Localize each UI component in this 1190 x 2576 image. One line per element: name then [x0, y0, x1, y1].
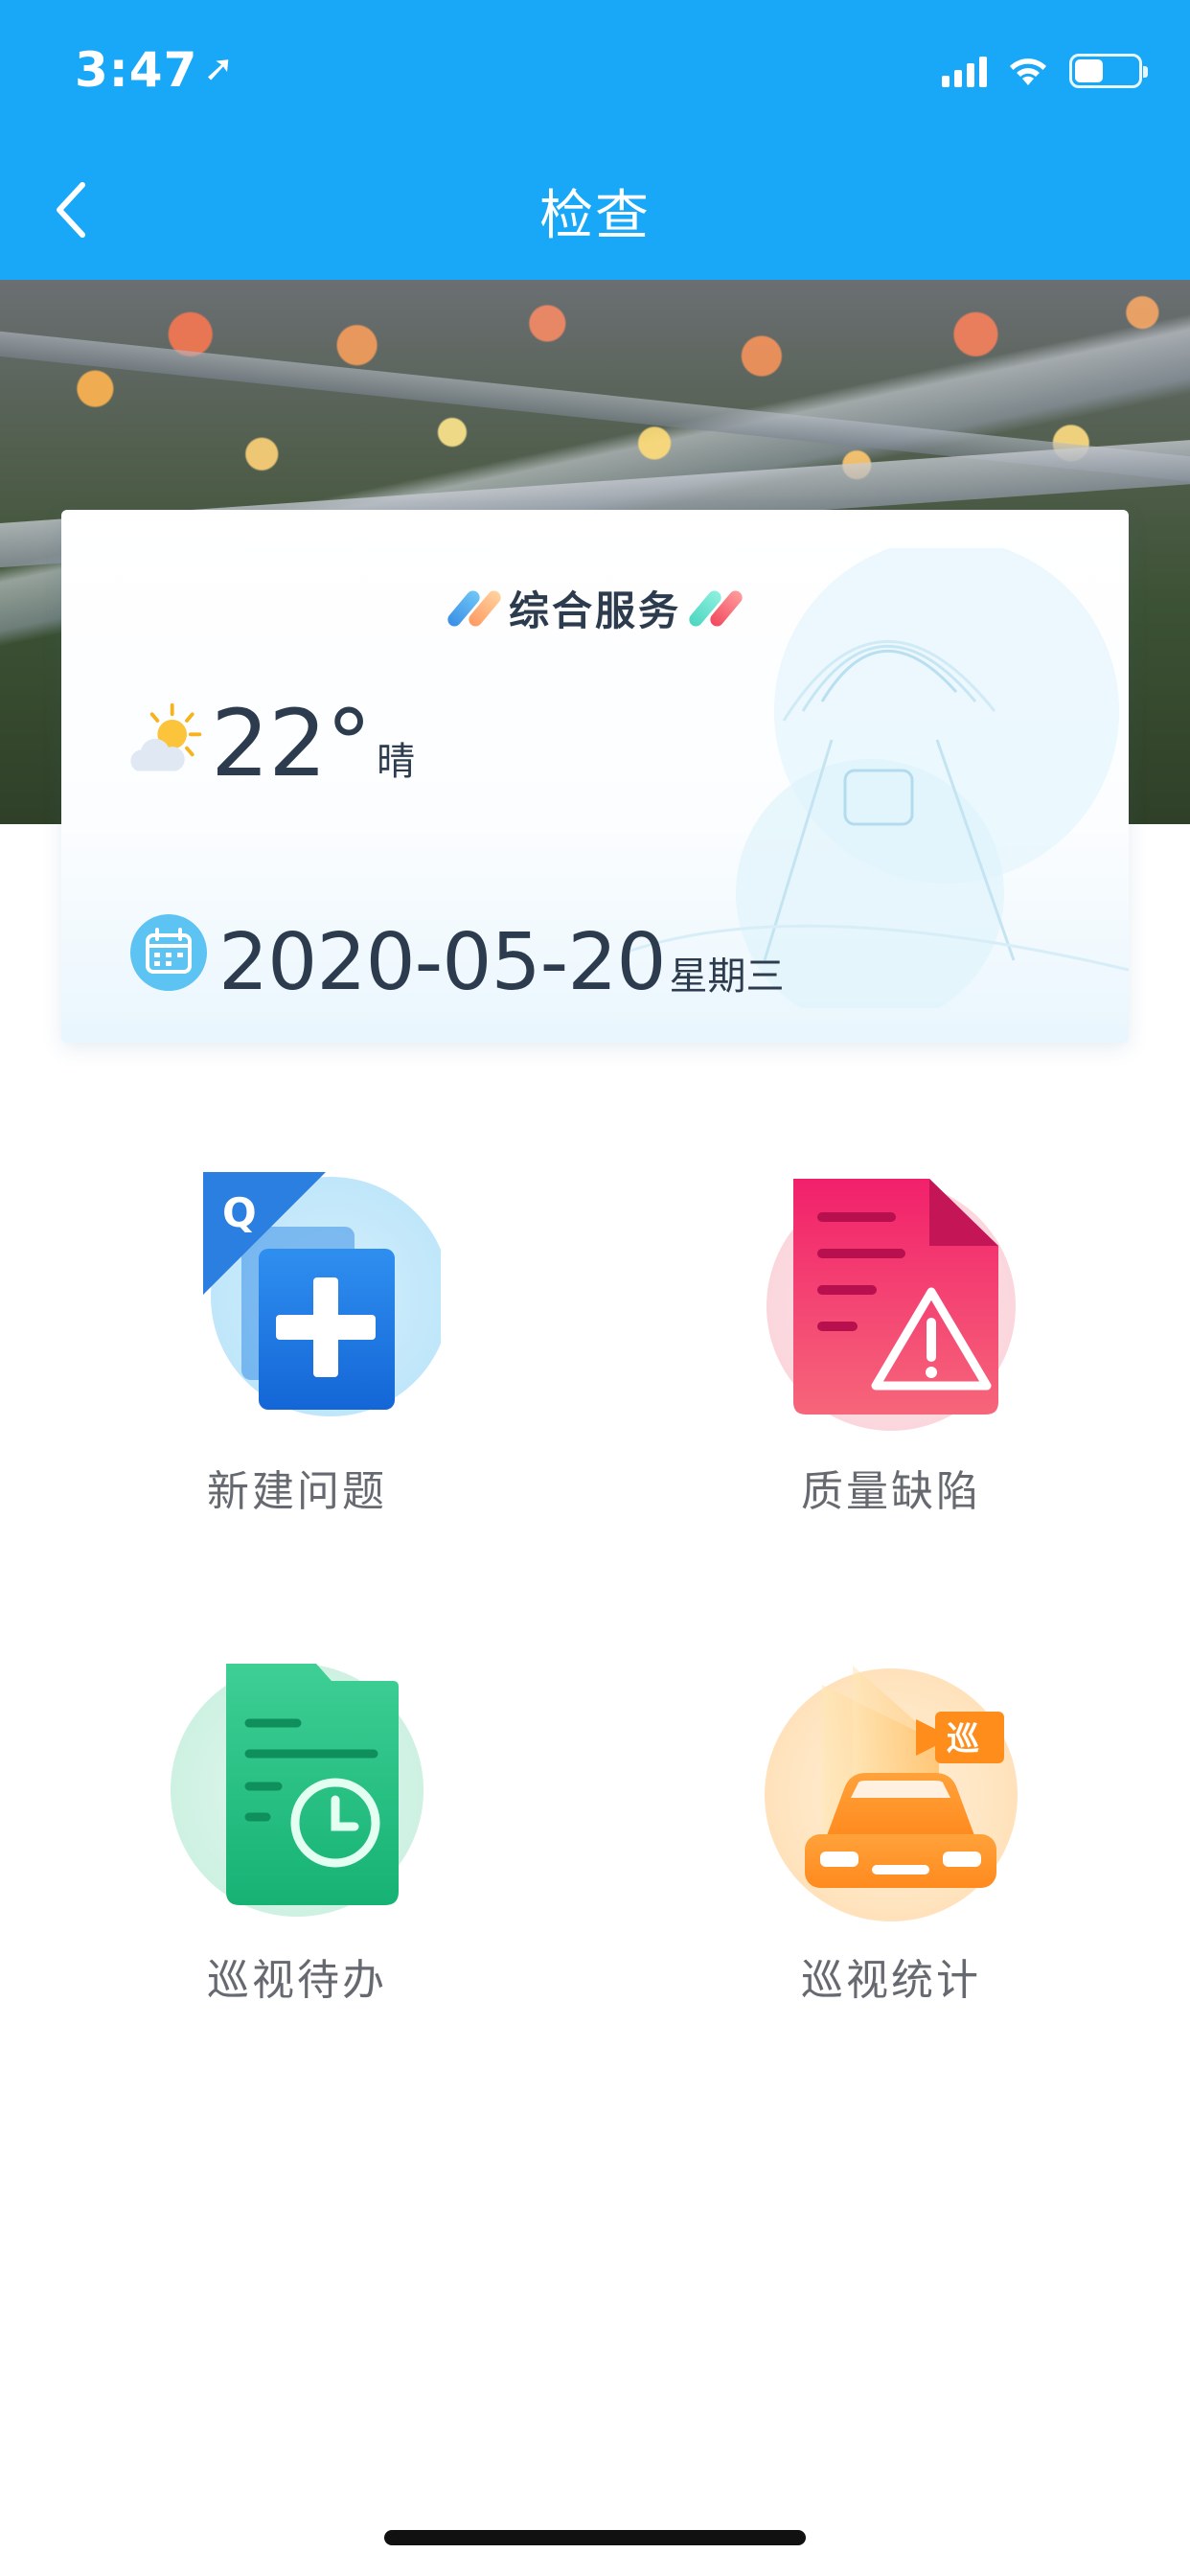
location-arrow-icon: ➚: [203, 47, 236, 89]
service-card-title: 综合服务: [508, 587, 681, 634]
battery-level: [1075, 59, 1103, 82]
grid-label: 巡视统计: [801, 1956, 981, 2005]
battery-icon: [1069, 54, 1148, 88]
decorative-stripes-icon: [686, 587, 745, 630]
status-time: 3:47 ➚: [75, 42, 235, 98]
svg-text:巡: 巡: [947, 1720, 979, 1759]
grid-item-quality-defect[interactable]: 质量缺陷: [719, 1158, 1064, 1560]
status-time-text: 3:47: [75, 42, 198, 98]
grid-label: 质量缺陷: [801, 1467, 981, 1516]
weather-info: 22° 晴: [125, 698, 415, 790]
calendar-icon: [130, 914, 207, 991]
home-indicator[interactable]: [384, 2530, 806, 2545]
status-indicators: [942, 52, 1148, 90]
weekday-value: 星期三: [669, 954, 785, 999]
grid-label: 新建问题: [207, 1467, 387, 1516]
header-bar: 3:47 ➚ 检查: [0, 0, 1190, 280]
cellular-signal-icon: [942, 55, 987, 87]
weather-condition: 晴: [377, 740, 416, 784]
new-issue-icon: Q: [203, 1172, 441, 1416]
patrol-stats-icon: 巡: [765, 1666, 1018, 1921]
service-card: 综合服务 22° 晴 2020-05-20 星期三: [61, 510, 1129, 1043]
date-value: 2020-05-20: [218, 917, 667, 1008]
svg-text:Q: Q: [222, 1189, 257, 1236]
inspection-screen: 3:47 ➚ 检查 综合服务 22° 晴 2020-05-20 星期三 Q 新建…: [0, 0, 1190, 2576]
grid-label: 巡视待办: [207, 1956, 387, 2005]
date-info: 2020-05-20 星期三: [128, 912, 785, 1002]
grid-item-new-issue[interactable]: Q 新建问题: [125, 1158, 469, 1560]
service-card-header: 综合服务: [61, 579, 1129, 637]
temperature-value: 22°: [211, 690, 372, 797]
quality-defect-icon: [767, 1179, 1016, 1431]
decorative-stripes-icon: [445, 587, 504, 630]
grid-item-patrol-stats[interactable]: 巡 巡视统计: [719, 1646, 1064, 2049]
partly-sunny-icon: [130, 702, 202, 771]
patrol-todo-icon: [171, 1664, 423, 1917]
wifi-icon: [1010, 58, 1046, 85]
grid-item-patrol-todo[interactable]: 巡视待办: [125, 1646, 469, 2049]
page-title: 检查: [539, 185, 651, 247]
